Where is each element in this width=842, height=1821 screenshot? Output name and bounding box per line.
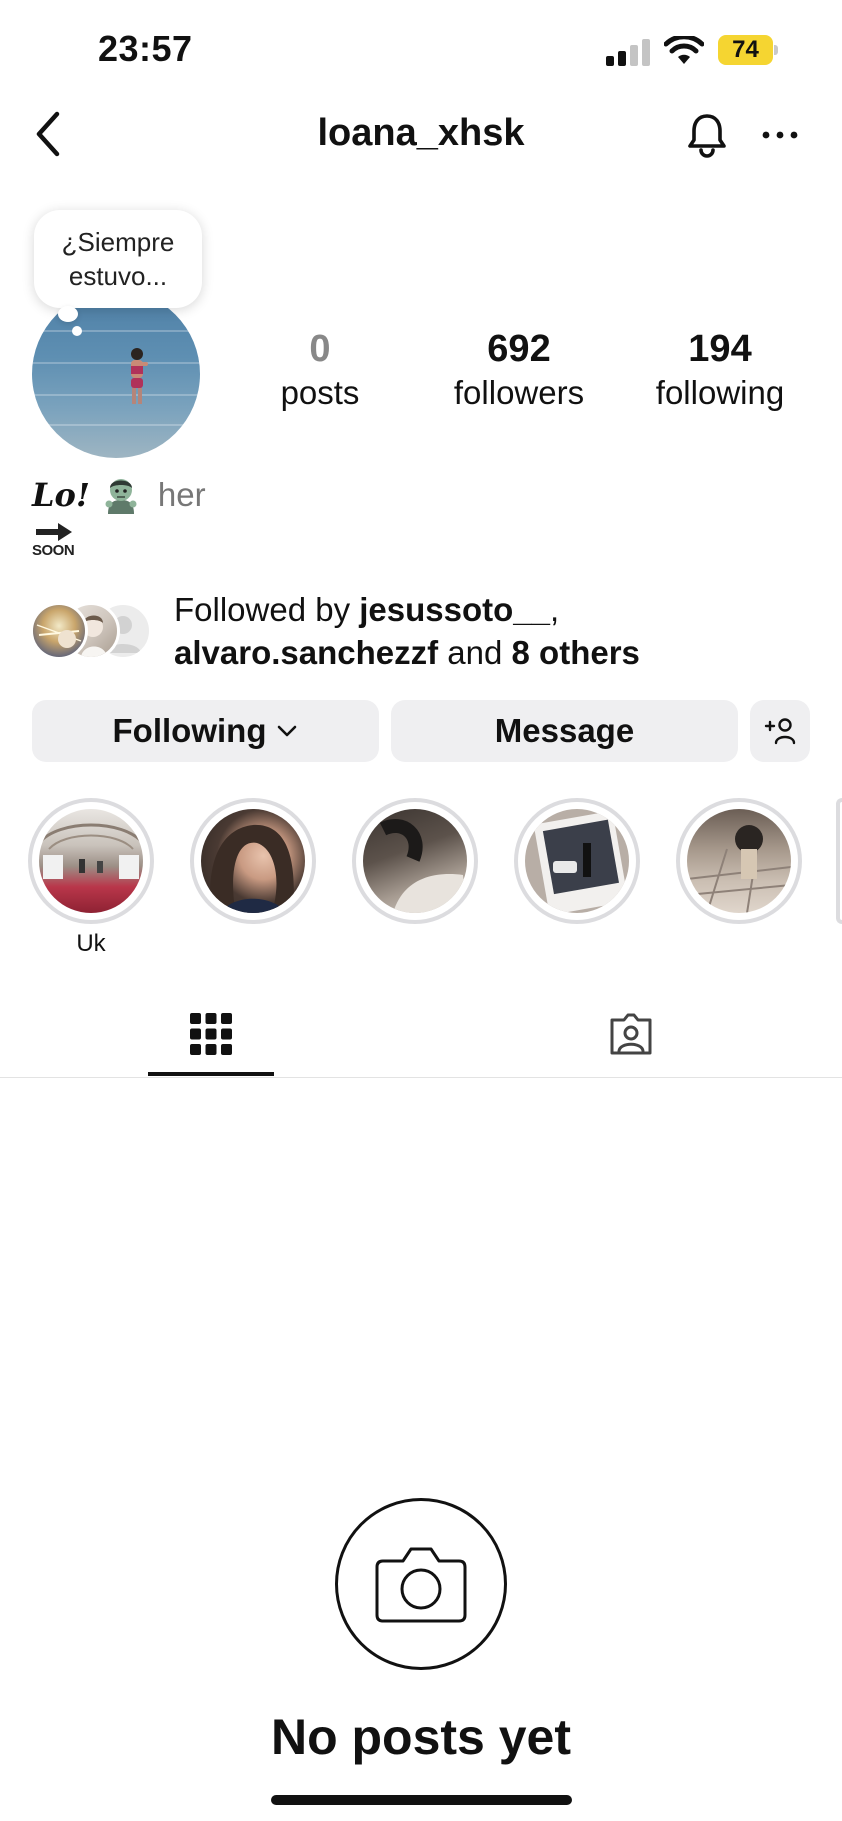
story-highlight[interactable] [514,798,640,924]
chevron-left-icon [36,111,60,157]
story-highlight[interactable] [28,798,154,924]
mutual-user-2[interactable]: alvaro.sanchezzf [174,634,438,671]
story-highlight[interactable] [190,798,316,924]
following-label: following [655,374,785,411]
wifi-icon [663,34,705,66]
battery-level: 74 [718,35,773,65]
avatar-figure [131,348,148,404]
highlight-cover-image [525,809,629,913]
profile-header: loana_xhsk [0,100,842,176]
empty-state-camera [335,1498,507,1670]
highlight-cover-image [201,809,305,913]
soon-label: SOON [32,542,75,559]
zombie-emoji-icon [105,479,137,514]
highlight-cover-image [363,809,467,913]
followers-label: followers [453,374,585,411]
posts-label: posts [280,374,360,411]
stat-following[interactable]: 194 following [630,328,810,414]
note-bubble-tail-dot [72,326,82,336]
tab-posts-grid[interactable] [148,990,274,1078]
active-tab-indicator [148,1072,274,1076]
profile-tabs [0,990,842,1078]
profile-note[interactable]: ¿Siempre estuvo... [34,210,202,308]
bio-name: Lo! [32,476,90,514]
highlight-cover-image [39,809,143,913]
stat-followers[interactable]: 692 followers [429,328,609,414]
highlight-cover-image [687,809,791,913]
status-bar: 23:57 74 [0,0,842,100]
soon-arrow-icon: SOON [32,520,78,560]
mutual-user-1[interactable]: jesussoto__ [359,591,550,628]
story-highlight[interactable] [352,798,478,924]
notifications-button[interactable] [678,106,736,164]
avatar [30,602,88,660]
followed-by-text[interactable]: Followed by jesussoto__, alvaro.sanchezzf… [174,588,814,674]
camera-icon [375,1547,467,1623]
chevron-down-icon [278,725,297,737]
message-button[interactable]: Message [391,700,738,762]
stat-posts[interactable]: 0 posts [230,328,410,414]
home-indicator[interactable] [271,1795,572,1805]
mutual-followers-avatars[interactable] [30,602,160,664]
followed-by-and: and [438,634,512,671]
message-button-label: Message [494,712,635,749]
highlight-label: Uk [76,930,106,957]
posts-count: 0 [309,328,331,370]
add-person-icon [764,718,796,745]
tagged-person-icon [610,1013,652,1055]
tab-tagged[interactable] [568,990,694,1078]
grid-icon [190,1013,232,1055]
battery-icon: 74 [718,35,778,65]
followers-count: 692 [487,328,551,370]
empty-state-title: No posts yet [270,1709,572,1765]
followed-by-prefix: Followed by [174,591,360,628]
story-highlight-partial[interactable] [836,798,842,924]
followed-by-separator: , [550,591,560,628]
following-count: 194 [688,328,752,370]
bio-pronouns: her [157,476,206,513]
following-button[interactable]: Following [32,700,379,762]
bell-icon [688,114,726,158]
more-options-button[interactable] [752,106,808,164]
mutual-others[interactable]: 8 others [512,634,640,671]
back-button[interactable] [18,104,78,164]
cellular-signal-icon [606,38,652,66]
story-highlight[interactable] [676,798,802,924]
more-horizontal-icon [762,131,798,139]
status-time: 23:57 [98,28,193,69]
note-bubble-tail [58,306,78,322]
following-button-label: Following [112,712,267,749]
suggest-people-button[interactable] [750,700,810,762]
bio-line: Lo! her [32,470,206,520]
